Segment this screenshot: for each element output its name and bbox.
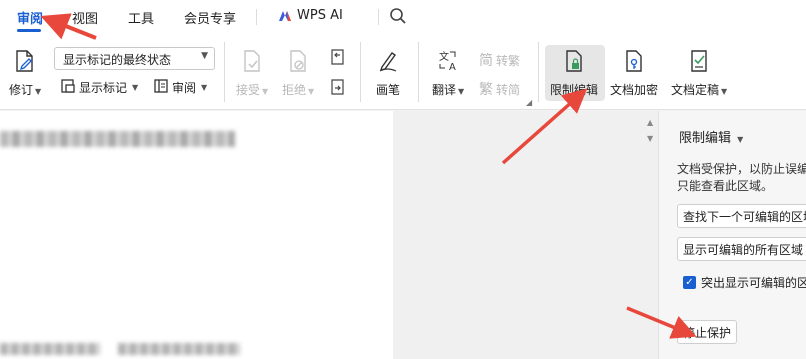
tab-member[interactable]: 会员专享 bbox=[184, 8, 236, 27]
to-simplified-label: 转简 bbox=[496, 82, 521, 97]
revise-label: 修订 bbox=[9, 83, 34, 97]
stop-protection-button[interactable]: 停止保护 bbox=[677, 320, 737, 344]
tab-tools[interactable]: 工具 bbox=[128, 8, 154, 27]
svg-text:A: A bbox=[449, 62, 456, 73]
wps-ai-logo-icon bbox=[278, 10, 292, 22]
chevron-down-icon: ▼ bbox=[721, 87, 728, 96]
blurred-text-line bbox=[118, 343, 240, 355]
to-simplified-button[interactable]: 繁 转简 bbox=[479, 79, 520, 99]
restrict-editing-label: 限制编辑 bbox=[550, 83, 599, 97]
revise-icon bbox=[14, 47, 36, 73]
review-pane-label: 审阅 bbox=[172, 81, 197, 95]
reject-icon bbox=[288, 47, 308, 73]
accept-icon bbox=[242, 47, 262, 73]
key-document-icon bbox=[623, 47, 645, 73]
scroll-down-icon[interactable]: ▼ bbox=[647, 134, 653, 143]
restrict-editing-button[interactable]: 限制编辑 bbox=[550, 47, 598, 98]
pen-button[interactable]: 画笔 bbox=[376, 47, 400, 98]
show-all-editable-button[interactable]: 显示可编辑的所有区域 bbox=[677, 237, 806, 261]
finalize-label: 文档定稿 bbox=[671, 83, 720, 97]
active-tab-indicator bbox=[17, 29, 41, 32]
blurred-text-line bbox=[0, 343, 100, 355]
accept-button[interactable]: 接受 ▼ bbox=[236, 47, 268, 98]
reject-button[interactable]: 拒绝 ▼ bbox=[282, 47, 314, 98]
markup-display-select[interactable]: 显示标记的最终状态 ▼ bbox=[54, 47, 215, 70]
traditional-glyph-icon: 简 bbox=[479, 53, 493, 69]
chevron-down-icon: ▼ bbox=[308, 87, 315, 96]
highlight-checkbox[interactable]: ✓ bbox=[683, 276, 696, 289]
protection-description: 文档受保护，以防止误编辑。只能查看此区域。 bbox=[677, 162, 806, 193]
lock-document-icon bbox=[563, 47, 585, 73]
chevron-down-icon: ▼ bbox=[201, 83, 208, 92]
accept-label: 接受 bbox=[236, 83, 261, 97]
find-next-editable-button[interactable]: 查找下一个可编辑的区域 bbox=[677, 204, 806, 228]
previous-change-icon[interactable] bbox=[329, 48, 347, 69]
group-divider bbox=[224, 42, 225, 102]
chevron-down-icon: ▼ bbox=[458, 87, 465, 96]
encrypt-document-button[interactable]: 文档加密 bbox=[610, 47, 658, 98]
encrypt-label: 文档加密 bbox=[610, 83, 659, 97]
tab-review[interactable]: 审阅 bbox=[17, 8, 43, 27]
pen-icon bbox=[377, 47, 399, 73]
reject-label: 拒绝 bbox=[282, 83, 307, 97]
show-markup-button[interactable]: 显示标记 ▼ bbox=[60, 78, 138, 97]
show-markup-label: 显示标记 bbox=[79, 81, 128, 95]
pen-label: 画笔 bbox=[376, 83, 401, 97]
group-divider bbox=[360, 42, 361, 102]
translate-icon: 文A bbox=[436, 47, 460, 73]
search-icon[interactable] bbox=[389, 7, 407, 28]
to-traditional-button[interactable]: 简 转繁 bbox=[479, 50, 520, 70]
tab-divider bbox=[256, 9, 257, 25]
document-page[interactable] bbox=[0, 111, 393, 359]
wps-ai-label: WPS AI bbox=[297, 8, 343, 23]
scroll-up-icon[interactable]: ▲ bbox=[647, 118, 653, 127]
to-traditional-label: 转繁 bbox=[496, 53, 521, 68]
show-markup-icon bbox=[60, 78, 76, 97]
simplified-glyph-icon: 繁 bbox=[479, 82, 493, 98]
highlight-editable-option[interactable]: ✓ 突出显示可编辑的区域 bbox=[683, 274, 806, 291]
pane-title-label: 限制编辑 bbox=[679, 131, 732, 146]
review-pane-icon bbox=[153, 78, 169, 97]
document-gutter bbox=[393, 111, 658, 359]
markup-display-value: 显示标记的最终状态 bbox=[63, 53, 172, 67]
check-document-icon bbox=[688, 47, 710, 73]
chevron-down-icon: ▼ bbox=[35, 87, 42, 96]
dialog-launcher-icon[interactable]: ◢ bbox=[526, 98, 532, 107]
svg-text:文: 文 bbox=[439, 50, 449, 63]
ribbon-tab-bar: 审阅 视图 工具 会员专享 WPS AI bbox=[0, 0, 806, 34]
next-change-icon[interactable] bbox=[329, 78, 347, 99]
highlight-label: 突出显示可编辑的区域 bbox=[701, 276, 806, 290]
pane-title[interactable]: 限制编辑 ▼ bbox=[679, 127, 743, 146]
translate-button[interactable]: 文A 翻译 ▼ bbox=[432, 47, 464, 98]
review-pane-button[interactable]: 审阅 ▼ bbox=[153, 78, 207, 97]
chevron-down-icon: ▼ bbox=[132, 83, 139, 92]
chevron-down-icon: ▼ bbox=[262, 87, 269, 96]
chevron-down-icon: ▼ bbox=[737, 135, 744, 144]
tab-divider bbox=[378, 9, 379, 25]
revise-button[interactable]: 修订 ▼ bbox=[9, 47, 41, 98]
restrict-editing-pane: 限制编辑 ▼ 文档受保护，以防止误编辑。只能查看此区域。 查找下一个可编辑的区域… bbox=[658, 111, 806, 359]
group-divider bbox=[418, 42, 419, 102]
finalize-document-button[interactable]: 文档定稿 ▼ bbox=[671, 47, 727, 98]
ribbon-review-panel: 修订 ▼ 显示标记的最终状态 ▼ 显示标记 ▼ 审阅 ▼ 接受 ▼ 拒绝 ▼ 画… bbox=[0, 34, 806, 110]
chevron-down-icon: ▼ bbox=[201, 51, 208, 61]
tab-wps-ai[interactable]: WPS AI bbox=[278, 8, 343, 23]
group-divider bbox=[538, 42, 539, 102]
tab-view[interactable]: 视图 bbox=[72, 8, 98, 27]
translate-label: 翻译 bbox=[432, 83, 457, 97]
blurred-text-line bbox=[0, 131, 235, 147]
